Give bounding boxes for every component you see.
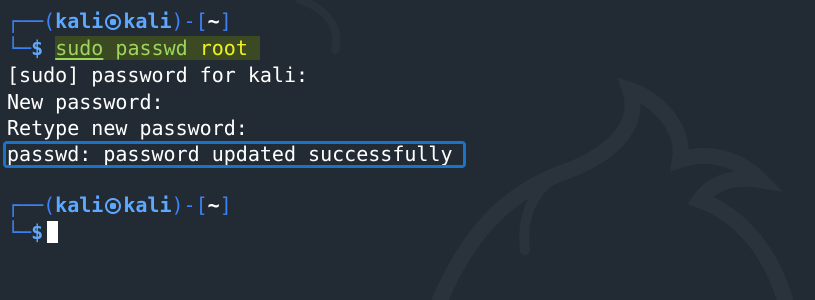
output-line: [sudo] password for kali: [7, 63, 309, 87]
prompt-dir: ~ [207, 9, 220, 33]
kali-skull-icon [105, 198, 122, 214]
command-line[interactable]: └─$ [7, 219, 59, 245]
command-line: └─$ sudo passwd root [7, 35, 260, 61]
text-cursor[interactable] [47, 221, 59, 243]
terminal-window[interactable]: { "prompt_user": "kali", "prompt_host": … [0, 0, 815, 300]
prompt-header: ┌──(kali kali)-[~] [7, 9, 232, 33]
prompt-host: kali [123, 193, 172, 217]
command-sudo: sudo [55, 36, 104, 60]
kali-skull-icon [105, 14, 122, 30]
command-argument: root [199, 36, 248, 60]
prompt-user: kali [55, 9, 104, 33]
prompt-dir: ~ [207, 193, 220, 217]
output-line: Retype new password: [7, 116, 248, 140]
command-passwd: passwd [115, 36, 188, 60]
output-line: New password: [7, 90, 164, 114]
success-highlight-box [3, 141, 466, 168]
prompt-symbol: $ [31, 36, 44, 60]
prompt-host: kali [123, 9, 172, 33]
prompt-header: ┌──(kali kali)-[~] [7, 193, 232, 217]
prompt-user: kali [55, 193, 104, 217]
prompt-symbol: $ [31, 220, 44, 244]
